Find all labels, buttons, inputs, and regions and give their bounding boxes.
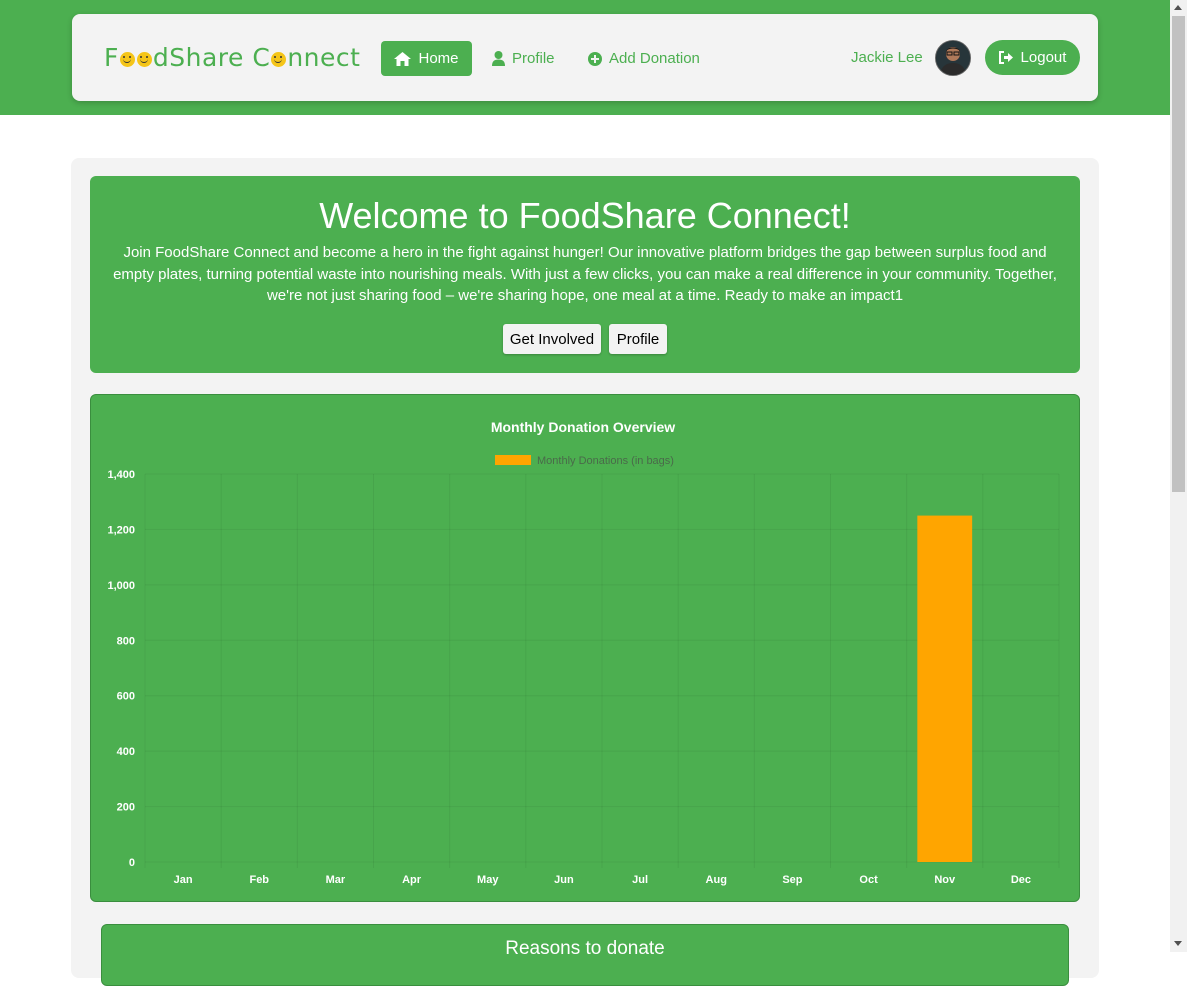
reasons-section: Reasons to donate xyxy=(101,924,1069,986)
y-tick-label: 1,400 xyxy=(107,469,135,481)
navbar: FdShare Cnnect Home Profile Add Donation… xyxy=(72,14,1098,101)
chart-title: Monthly Donation Overview xyxy=(491,419,675,435)
x-tick-label: Jan xyxy=(174,874,193,886)
smiley-icon xyxy=(119,52,135,67)
y-tick-label: 800 xyxy=(117,635,135,647)
x-tick-label: Nov xyxy=(934,874,956,886)
x-tick-label: Jun xyxy=(554,874,574,886)
donation-chart-card: Monthly Donation Overview Monthly Donatio… xyxy=(90,394,1080,902)
x-tick-label: Oct xyxy=(859,874,878,886)
logo[interactable]: FdShare Cnnect xyxy=(104,43,360,72)
nav-profile-link[interactable]: Profile xyxy=(492,41,555,76)
smiley-icon xyxy=(136,52,152,67)
y-tick-label: 600 xyxy=(117,691,135,703)
donation-bar-chart: Monthly Donation Overview Monthly Donatio… xyxy=(107,419,1060,886)
hero-profile-button[interactable]: Profile xyxy=(609,324,667,354)
scroll-down-arrow-icon[interactable] xyxy=(1174,941,1182,946)
home-icon xyxy=(394,51,412,66)
hero-title: Welcome to FoodShare Connect! xyxy=(319,195,851,236)
y-tick-label: 1,200 xyxy=(107,524,135,536)
logout-label: Logout xyxy=(1020,49,1067,66)
x-tick-label: Sep xyxy=(782,874,802,886)
nav-add-donation-label: Add Donation xyxy=(609,50,700,67)
y-tick-label: 200 xyxy=(117,802,135,814)
y-tick-label: 0 xyxy=(129,857,135,869)
bar-nov xyxy=(917,515,973,862)
x-tick-label: Mar xyxy=(326,874,346,886)
nav-add-donation-link[interactable]: Add Donation xyxy=(588,41,700,76)
x-tick-label: May xyxy=(477,874,499,886)
get-involved-button[interactable]: Get Involved xyxy=(503,324,601,354)
x-tick-label: Dec xyxy=(1011,874,1031,886)
hero-section: Welcome to FoodShare Connect! Join FoodS… xyxy=(90,176,1080,373)
y-tick-label: 1,000 xyxy=(107,580,135,592)
x-tick-label: Jul xyxy=(632,874,648,886)
plus-circle-icon xyxy=(588,51,602,66)
logout-icon xyxy=(998,51,1013,64)
x-tick-label: Aug xyxy=(706,874,727,886)
page-scrollbar[interactable] xyxy=(1170,0,1187,952)
hero-description: Join FoodShare Connect and become a hero… xyxy=(113,244,1057,304)
user-icon xyxy=(492,51,505,66)
avatar-image xyxy=(936,41,970,75)
x-tick-label: Feb xyxy=(249,874,269,886)
legend-label: Monthly Donations (in bags) xyxy=(537,455,674,467)
y-tick-label: 400 xyxy=(117,746,135,758)
nav-home-label: Home xyxy=(418,50,459,67)
legend-swatch xyxy=(495,455,531,465)
avatar[interactable] xyxy=(935,40,971,76)
reasons-title: Reasons to donate xyxy=(505,938,665,959)
user-name: Jackie Lee xyxy=(851,49,923,66)
x-tick-label: Apr xyxy=(402,874,422,886)
scroll-thumb[interactable] xyxy=(1172,16,1185,492)
smiley-icon xyxy=(271,52,287,67)
logout-button[interactable]: Logout xyxy=(985,40,1080,75)
nav-profile-label: Profile xyxy=(512,50,555,67)
nav-home-button[interactable]: Home xyxy=(381,41,472,76)
scroll-up-arrow-icon[interactable] xyxy=(1174,5,1182,10)
